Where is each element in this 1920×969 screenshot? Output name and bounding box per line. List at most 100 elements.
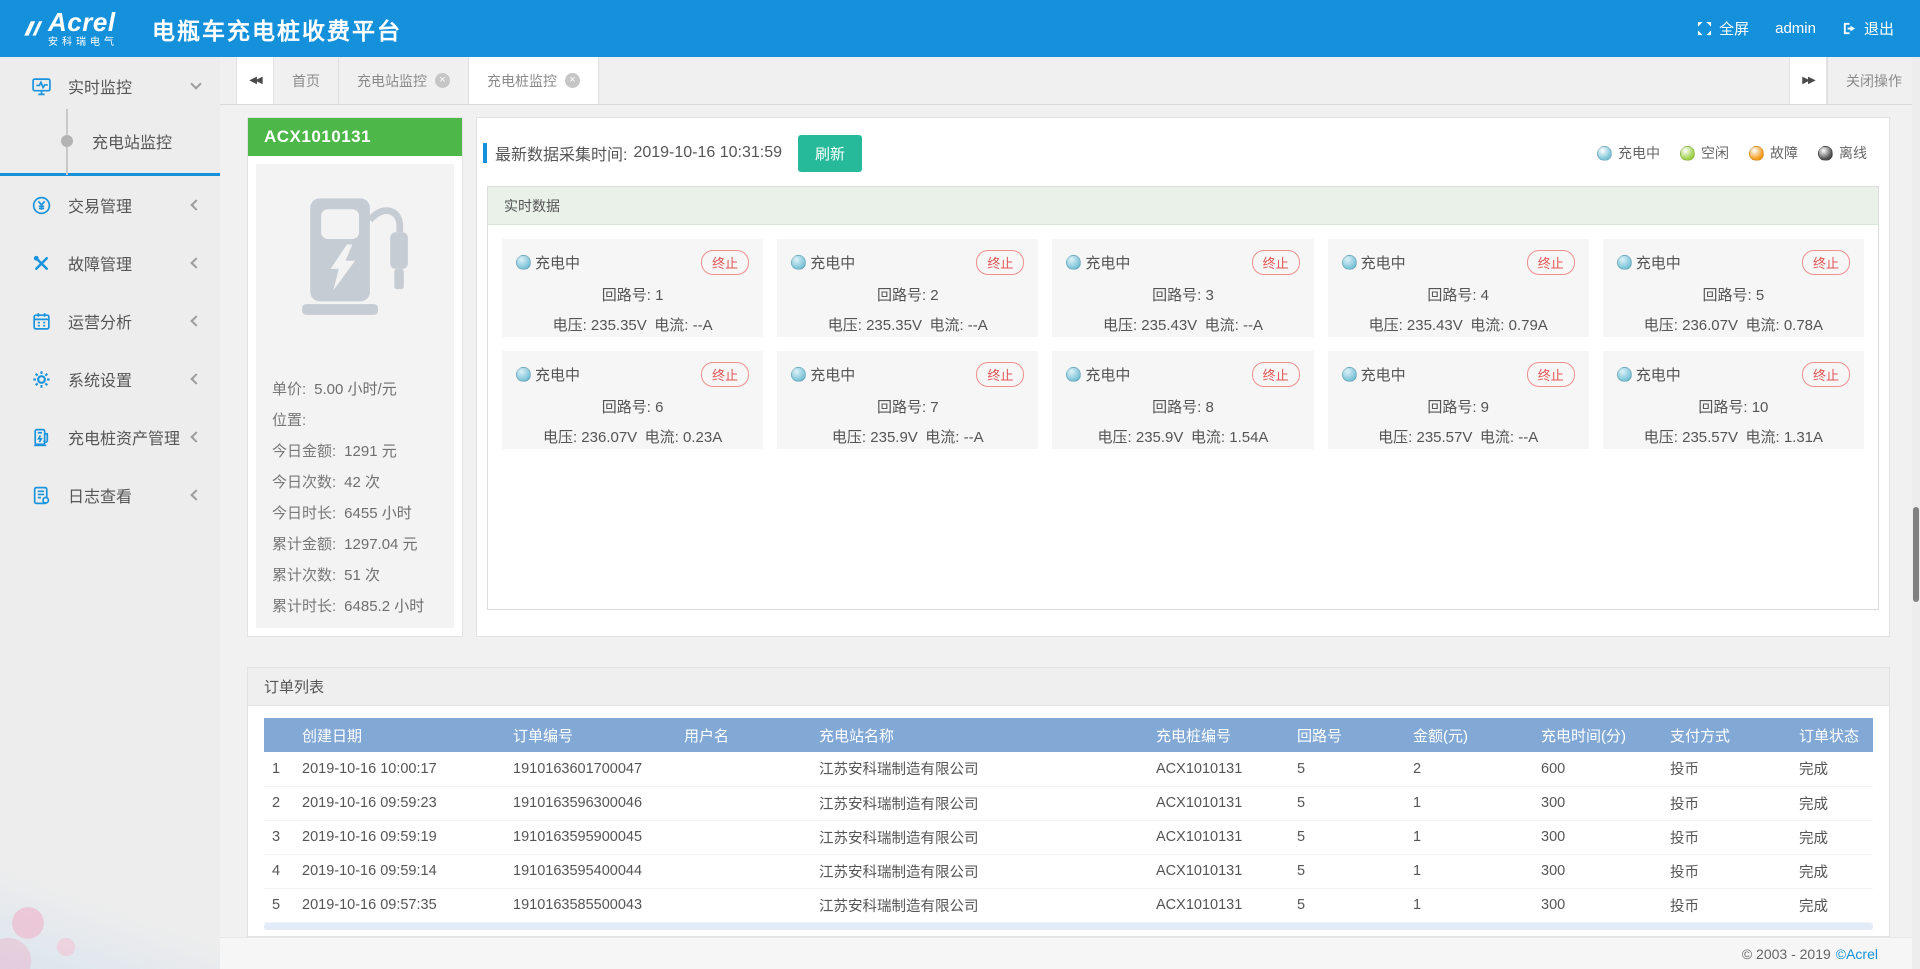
- sidebar-item-faults[interactable]: 故障管理: [0, 234, 220, 292]
- charging-status-icon: [791, 367, 806, 382]
- table-row: 52019-10-16 09:57:351910163585500043江苏安科…: [264, 888, 1873, 922]
- circuit-status: 充电中: [1617, 364, 1681, 385]
- order-cell: ACX1010131: [1148, 888, 1289, 922]
- charging-status-icon: [516, 367, 531, 382]
- circuit-card-top: 充电中终止: [516, 362, 749, 387]
- circuit-card: 充电中终止回路号: 5电压: 236.07V 电流: 0.78A: [1603, 239, 1864, 337]
- sidebar-item-station-monitor[interactable]: 充电站监控: [0, 115, 220, 167]
- legend-charging: 充电中: [1597, 143, 1660, 163]
- stop-button[interactable]: 终止: [1252, 362, 1300, 387]
- orders-column-header: 充电站名称: [811, 718, 1148, 752]
- circuit-status: 充电中: [791, 252, 855, 273]
- order-cell: 600: [1533, 752, 1662, 786]
- tab-station-monitor[interactable]: 充电站监控 ×: [339, 57, 469, 104]
- circuit-number: 回路号: 5: [1617, 284, 1850, 305]
- tab-home[interactable]: 首页: [274, 57, 339, 104]
- order-cell: 1910163585500043: [505, 888, 676, 922]
- tabs-scroll-left-button[interactable]: ◀◀: [236, 57, 274, 104]
- refresh-button[interactable]: 刷新: [798, 135, 862, 172]
- order-cell: 2019-10-16 09:59:14: [294, 854, 505, 888]
- accent-bar: [483, 143, 487, 163]
- scrollbar-thumb[interactable]: [1913, 507, 1919, 602]
- circuit-number: 回路号: 1: [516, 284, 749, 305]
- collect-time-value: 2019-10-16 10:31:59: [633, 144, 782, 162]
- order-cell: 完成: [1791, 752, 1873, 786]
- order-cell: 4: [264, 854, 294, 888]
- order-cell: 完成: [1791, 854, 1873, 888]
- sidebar-item-realtime-monitor[interactable]: 实时监控: [0, 57, 220, 115]
- tab-pile-monitor[interactable]: 充电桩监控 ×: [469, 57, 599, 104]
- sidebar-group-realtime: 实时监控 充电站监控: [0, 57, 220, 176]
- user-menu[interactable]: admin: [1775, 20, 1816, 37]
- header-actions: 全屏 admin 退出: [1697, 18, 1894, 39]
- circuit-number: 回路号: 9: [1342, 396, 1575, 417]
- circuit-card-top: 充电中终止: [1066, 250, 1299, 275]
- stop-button[interactable]: 终止: [701, 362, 749, 387]
- acrel-logo-icon: [22, 17, 44, 41]
- close-operations-button[interactable]: 关闭操作: [1827, 57, 1920, 104]
- circuit-readings: 电压: 235.43V 电流: 0.79A: [1342, 314, 1575, 335]
- stat-location: 位置:: [272, 405, 438, 436]
- order-cell: 1: [1405, 786, 1533, 820]
- table-row: 32019-10-16 09:59:191910163595900045江苏安科…: [264, 820, 1873, 854]
- stop-button[interactable]: 终止: [1802, 250, 1850, 275]
- circuit-number: 回路号: 6: [516, 396, 749, 417]
- collect-time-row: 最新数据采集时间: 2019-10-16 10:31:59 刷新 充电中 空闲 …: [483, 134, 1879, 172]
- tabbar-spacer: [599, 57, 1789, 104]
- sidebar-item-charging-assets[interactable]: 充电桩资产管理: [0, 408, 220, 466]
- logout-button[interactable]: 退出: [1842, 18, 1894, 39]
- tabs-scroll-right-button[interactable]: ▶▶: [1789, 57, 1827, 104]
- circuit-readings: 电压: 236.07V 电流: 0.78A: [1617, 314, 1850, 335]
- table-row: 12019-10-16 10:00:171910163601700047江苏安科…: [264, 752, 1873, 786]
- stop-button[interactable]: 终止: [1527, 250, 1575, 275]
- order-cell: 2019-10-16 09:59:19: [294, 820, 505, 854]
- charging-pile-illustration-icon: [256, 190, 454, 368]
- order-cell: 300: [1533, 854, 1662, 888]
- log-icon: [30, 484, 52, 506]
- orders-column-header: 订单编号: [505, 718, 676, 752]
- pile-stats-list: 单价:5.00 小时/元 位置: 今日金额:1291 元 今日次数:42 次 今…: [256, 368, 454, 628]
- sidebar-item-settings[interactable]: 系统设置: [0, 350, 220, 408]
- order-cell: ACX1010131: [1148, 820, 1289, 854]
- order-cell: 1: [1405, 820, 1533, 854]
- stop-button[interactable]: 终止: [976, 250, 1024, 275]
- stop-button[interactable]: 终止: [701, 250, 749, 275]
- stop-button[interactable]: 终止: [1252, 250, 1300, 275]
- stop-button[interactable]: 终止: [1527, 362, 1575, 387]
- analysis-icon: [30, 310, 52, 332]
- chevron-left-icon: [190, 373, 201, 384]
- circuit-readings: 电压: 235.57V 电流: --A: [1342, 426, 1575, 447]
- close-icon[interactable]: ×: [435, 73, 450, 88]
- order-cell: 江苏安科瑞制造有限公司: [811, 888, 1148, 922]
- circuit-readings: 电压: 235.9V 电流: --A: [791, 426, 1024, 447]
- sidebar-item-logs[interactable]: 日志查看: [0, 466, 220, 524]
- table-horizontal-scrollbar[interactable]: [264, 923, 1873, 930]
- orders-column-header: 充电时间(分): [1533, 718, 1662, 752]
- acrel-footer-link[interactable]: ©Acrel: [1836, 946, 1878, 962]
- chevron-left-icon: [190, 199, 201, 210]
- table-row: 42019-10-16 09:59:141910163595400044江苏安科…: [264, 854, 1873, 888]
- transaction-icon: [30, 194, 52, 216]
- vertical-scrollbar[interactable]: [1912, 57, 1920, 969]
- charging-status-icon: [1342, 367, 1357, 382]
- orders-column-header: 支付方式: [1662, 718, 1791, 752]
- stop-button[interactable]: 终止: [976, 362, 1024, 387]
- brand: Acrel 安科瑞电气 电瓶车充电桩收费平台: [22, 9, 402, 48]
- orders-title: 订单列表: [248, 668, 1889, 706]
- order-cell: 2019-10-16 09:57:35: [294, 888, 505, 922]
- table-row: 22019-10-16 09:59:231910163596300046江苏安科…: [264, 786, 1873, 820]
- order-cell: 5: [1289, 786, 1405, 820]
- stat-today-count: 今日次数:42 次: [272, 467, 438, 498]
- legend-offline: 离线: [1818, 143, 1867, 163]
- circuit-card: 充电中终止回路号: 8电压: 235.9V 电流: 1.54A: [1052, 351, 1313, 449]
- gear-icon: [30, 368, 52, 390]
- stop-button[interactable]: 终止: [1802, 362, 1850, 387]
- logo-subtext: 安科瑞电气: [48, 38, 118, 48]
- sidebar-item-transactions[interactable]: 交易管理: [0, 176, 220, 234]
- close-icon[interactable]: ×: [565, 73, 580, 88]
- circuit-readings: 电压: 235.35V 电流: --A: [516, 314, 749, 335]
- circuit-status-label: 充电中: [1361, 252, 1406, 273]
- fullscreen-button[interactable]: 全屏: [1697, 18, 1749, 39]
- circuit-card: 充电中终止回路号: 3电压: 235.43V 电流: --A: [1052, 239, 1313, 337]
- sidebar-item-analysis[interactable]: 运营分析: [0, 292, 220, 350]
